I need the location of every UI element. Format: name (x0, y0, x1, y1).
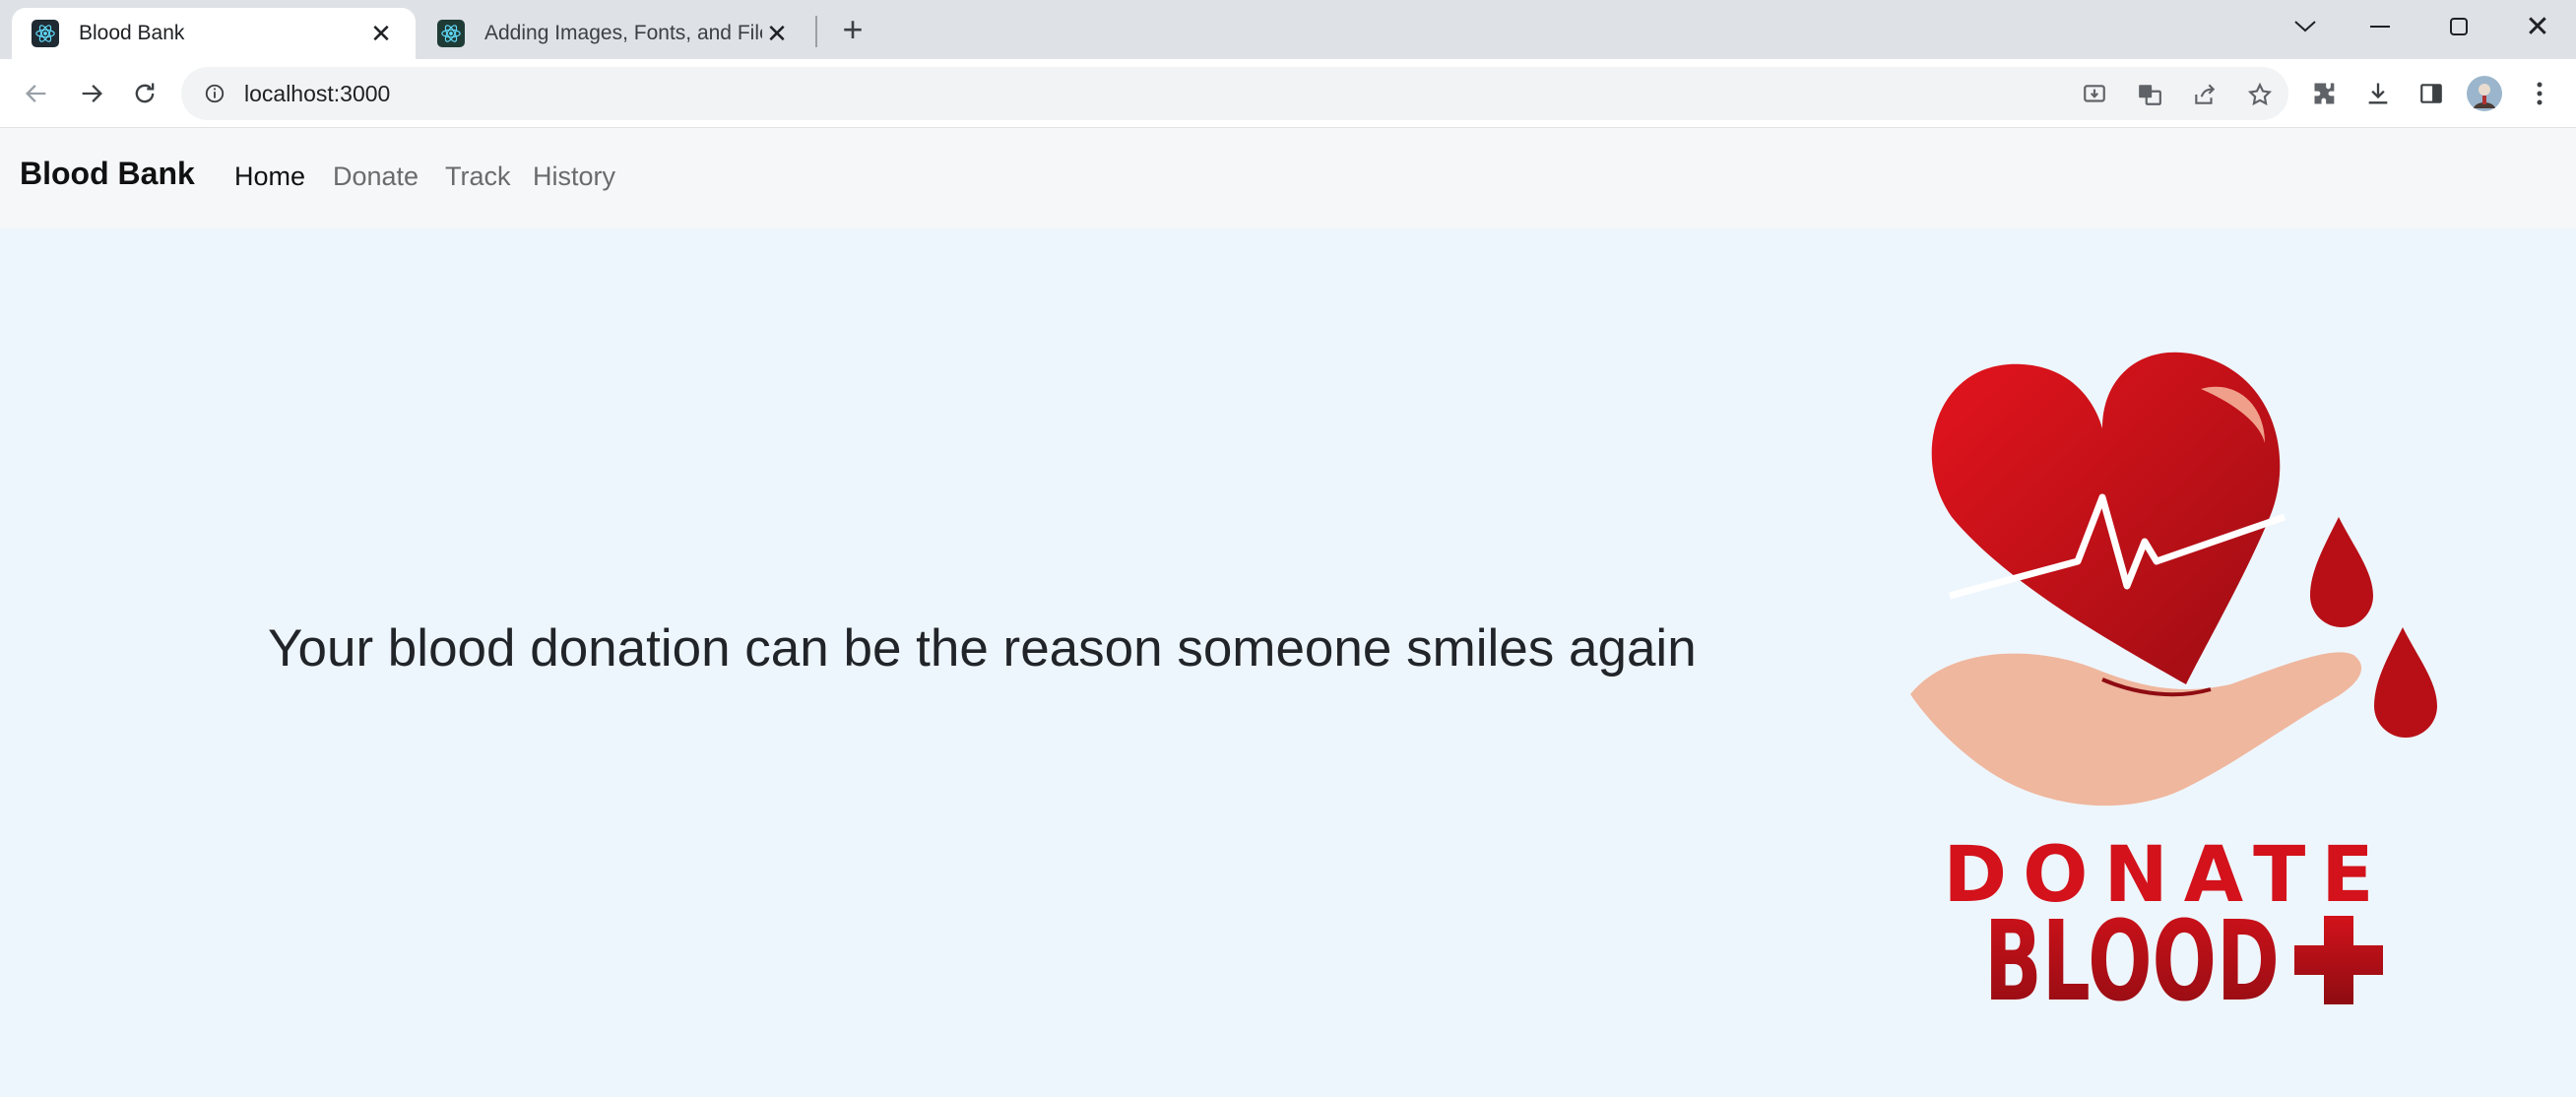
translate-icon[interactable] (2135, 80, 2164, 109)
url-text: localhost:3000 (244, 80, 391, 106)
star-icon[interactable] (2245, 80, 2275, 109)
hero-heading: Your blood donation can be the reason so… (268, 619, 1697, 678)
nav-donate[interactable]: Donate (333, 161, 419, 192)
chevron-down-icon[interactable] (2267, 0, 2344, 53)
reload-icon[interactable] (124, 73, 165, 114)
browser-toolbar: localhost:3000 (0, 59, 2576, 128)
react-icon (32, 20, 59, 47)
close-window-icon[interactable]: ✕ (2499, 0, 2576, 53)
donate-blood-logo: DONATE BLOOD (1910, 352, 2437, 1019)
avatar[interactable] (2464, 73, 2505, 114)
app-navbar: Blood Bank Home Donate Track History (0, 128, 2576, 228)
download-icon[interactable] (2357, 73, 2399, 114)
info-icon[interactable] (201, 80, 228, 107)
nav-home[interactable]: Home (234, 161, 305, 192)
share-icon[interactable] (2190, 80, 2220, 109)
plus-icon (2294, 916, 2383, 1004)
close-icon[interactable]: ✕ (762, 19, 792, 49)
tab-blood-bank[interactable]: Blood Bank ✕ (12, 8, 416, 59)
logo-blood-text: BLOOD (1984, 898, 2280, 1019)
nav-track[interactable]: Track (445, 161, 511, 192)
tab-title: Blood Bank (79, 22, 185, 44)
tab-strip: Blood Bank ✕ Adding Images, Fonts, and F… (0, 0, 2576, 59)
minimize-icon[interactable] (2342, 0, 2418, 53)
address-bar[interactable]: localhost:3000 (181, 67, 2288, 120)
back-icon[interactable] (16, 73, 57, 114)
restore-icon[interactable] (2420, 0, 2497, 53)
nav-history[interactable]: History (533, 161, 615, 192)
side-panel-icon[interactable] (2411, 73, 2452, 114)
tab-separator (815, 16, 817, 47)
tab-adding-images[interactable]: Adding Images, Fonts, and Files ✕ (418, 8, 811, 59)
tab-title: Adding Images, Fonts, and Files (484, 22, 762, 44)
new-tab-icon[interactable]: + (833, 8, 872, 51)
brand-link[interactable]: Blood Bank (20, 156, 195, 192)
forward-icon[interactable] (71, 73, 112, 114)
menu-icon[interactable] (2519, 73, 2560, 114)
install-icon[interactable] (2080, 80, 2109, 109)
close-icon[interactable]: ✕ (366, 19, 396, 49)
extensions-icon[interactable] (2304, 73, 2346, 114)
react-icon (437, 20, 465, 47)
